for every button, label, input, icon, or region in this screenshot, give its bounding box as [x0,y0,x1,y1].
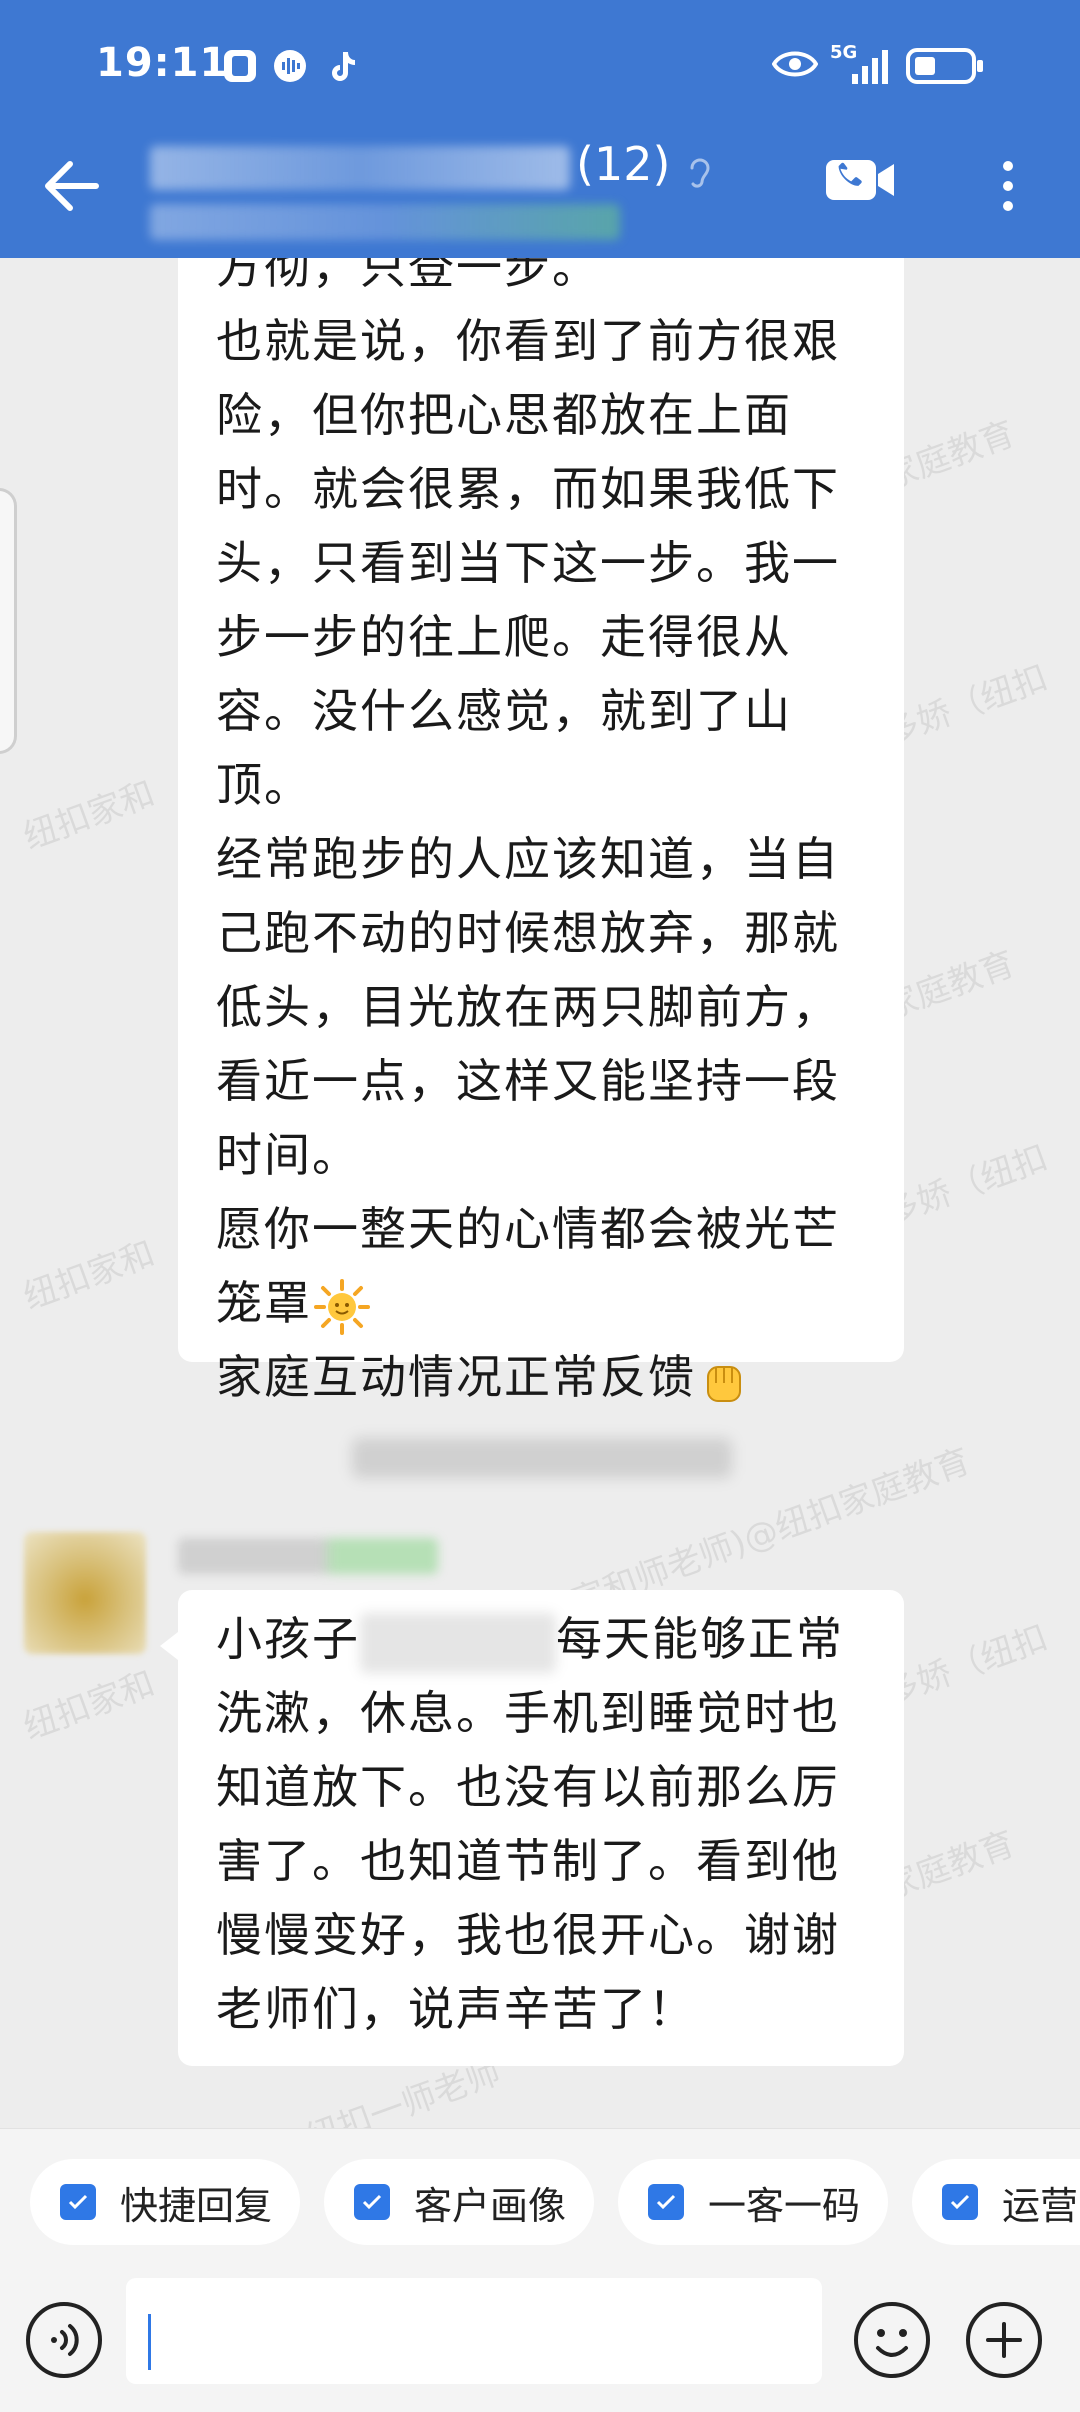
member-count: (12) [576,137,671,191]
redacted-timestamp [352,1438,732,1478]
message-text: 愿你一整天的心情都会被光芒笼罩 [216,1192,866,1340]
redacted-subtitle [150,204,620,240]
raised-fist-emoji-icon [707,1365,741,1402]
more-options-icon[interactable] [990,150,1026,222]
video-call-icon[interactable] [824,158,896,202]
chat-title: (12) [150,132,670,196]
message-list[interactable]: 家庭教育 纽扣家和 多娇（纽扣 家庭教育 纽扣家和 多娇（纽扣 (纽扣家和师老师… [0,258,1080,2128]
message-text: 方彻，只登一步。 [216,258,600,294]
chat-header: 19:11 5G (12) [0,0,1080,258]
watermark: 纽扣家和 [18,773,160,858]
message-bubble[interactable]: 方彻，只登一步。 也就是说，你看到了前方很艰险，但你把心思都放在上面时。就会很累… [178,258,904,1404]
chip-label: 快捷回复 [120,2183,273,2228]
voice-input-icon[interactable] [24,2300,104,2380]
chip-label: 运营 [1002,2183,1079,2228]
checkbox-icon [942,2184,978,2220]
redacted-group-name [150,145,570,190]
side-drawer-handle[interactable] [0,488,17,754]
checkbox-icon [60,2184,96,2220]
customer-profile-chip[interactable]: 客户画像 [324,2159,594,2245]
back-arrow-icon[interactable] [36,150,108,222]
one-customer-one-code-chip[interactable]: 一客一码 [618,2159,888,2245]
message-text: 小孩子 [216,1612,360,1666]
message-text: 每天能够正常洗漱，休息。手机到睡觉时也知道放下。也没有以前那么厉害了。也知道节制… [216,1612,844,2036]
text-caret [148,2314,151,2370]
battery-icon [906,48,983,84]
watermark: 纽扣家和 [18,1233,160,1318]
chip-label: 客户画像 [414,2183,567,2228]
status-bar: 19:11 5G [0,0,1080,135]
checkbox-icon [354,2184,390,2220]
tiktok-icon [332,52,355,81]
status-time: 19:11 [96,40,229,86]
message-input[interactable] [126,2278,822,2384]
audio-app-icon [274,50,306,82]
eye-icon [772,51,818,77]
message-text: 家庭互动情况正常反馈 [216,1340,866,1414]
chip-label: 一客一码 [708,2183,861,2228]
operations-chip[interactable]: 运营 [912,2159,1080,2245]
message-text: 也就是说，你看到了前方很艰险，但你把心思都放在上面时。就会很累，而如果我低下头，… [216,314,840,812]
message-bubble[interactable]: 小孩子 每天能够正常洗漱，休息。手机到睡觉时也知道放下。也没有以前那么厉害了。也知… [160,1590,904,2066]
input-bar [0,2278,1080,2412]
notification-app-icon [224,50,256,82]
message-text: 经常跑步的人应该知道，当自己跑不动的时候想放弃，那就低头，目光放在两只脚前方，看… [216,832,840,1182]
redacted-sender-name [178,1538,438,1574]
watermark: 纽扣家和 [18,1663,160,1748]
quick-reply-chip[interactable]: 快捷回复 [30,2159,300,2245]
plus-icon[interactable] [964,2300,1044,2380]
checkbox-icon [648,2184,684,2220]
sun-emoji-icon [314,1278,370,1335]
emoji-icon[interactable] [852,2300,932,2380]
quick-action-bar: 快捷回复 客户画像 一客一码 运营 [0,2128,1080,2279]
avatar[interactable] [24,1532,146,1654]
signal-icon [852,50,888,84]
ear-icon [690,158,710,188]
redacted-child-name [360,1612,556,1673]
